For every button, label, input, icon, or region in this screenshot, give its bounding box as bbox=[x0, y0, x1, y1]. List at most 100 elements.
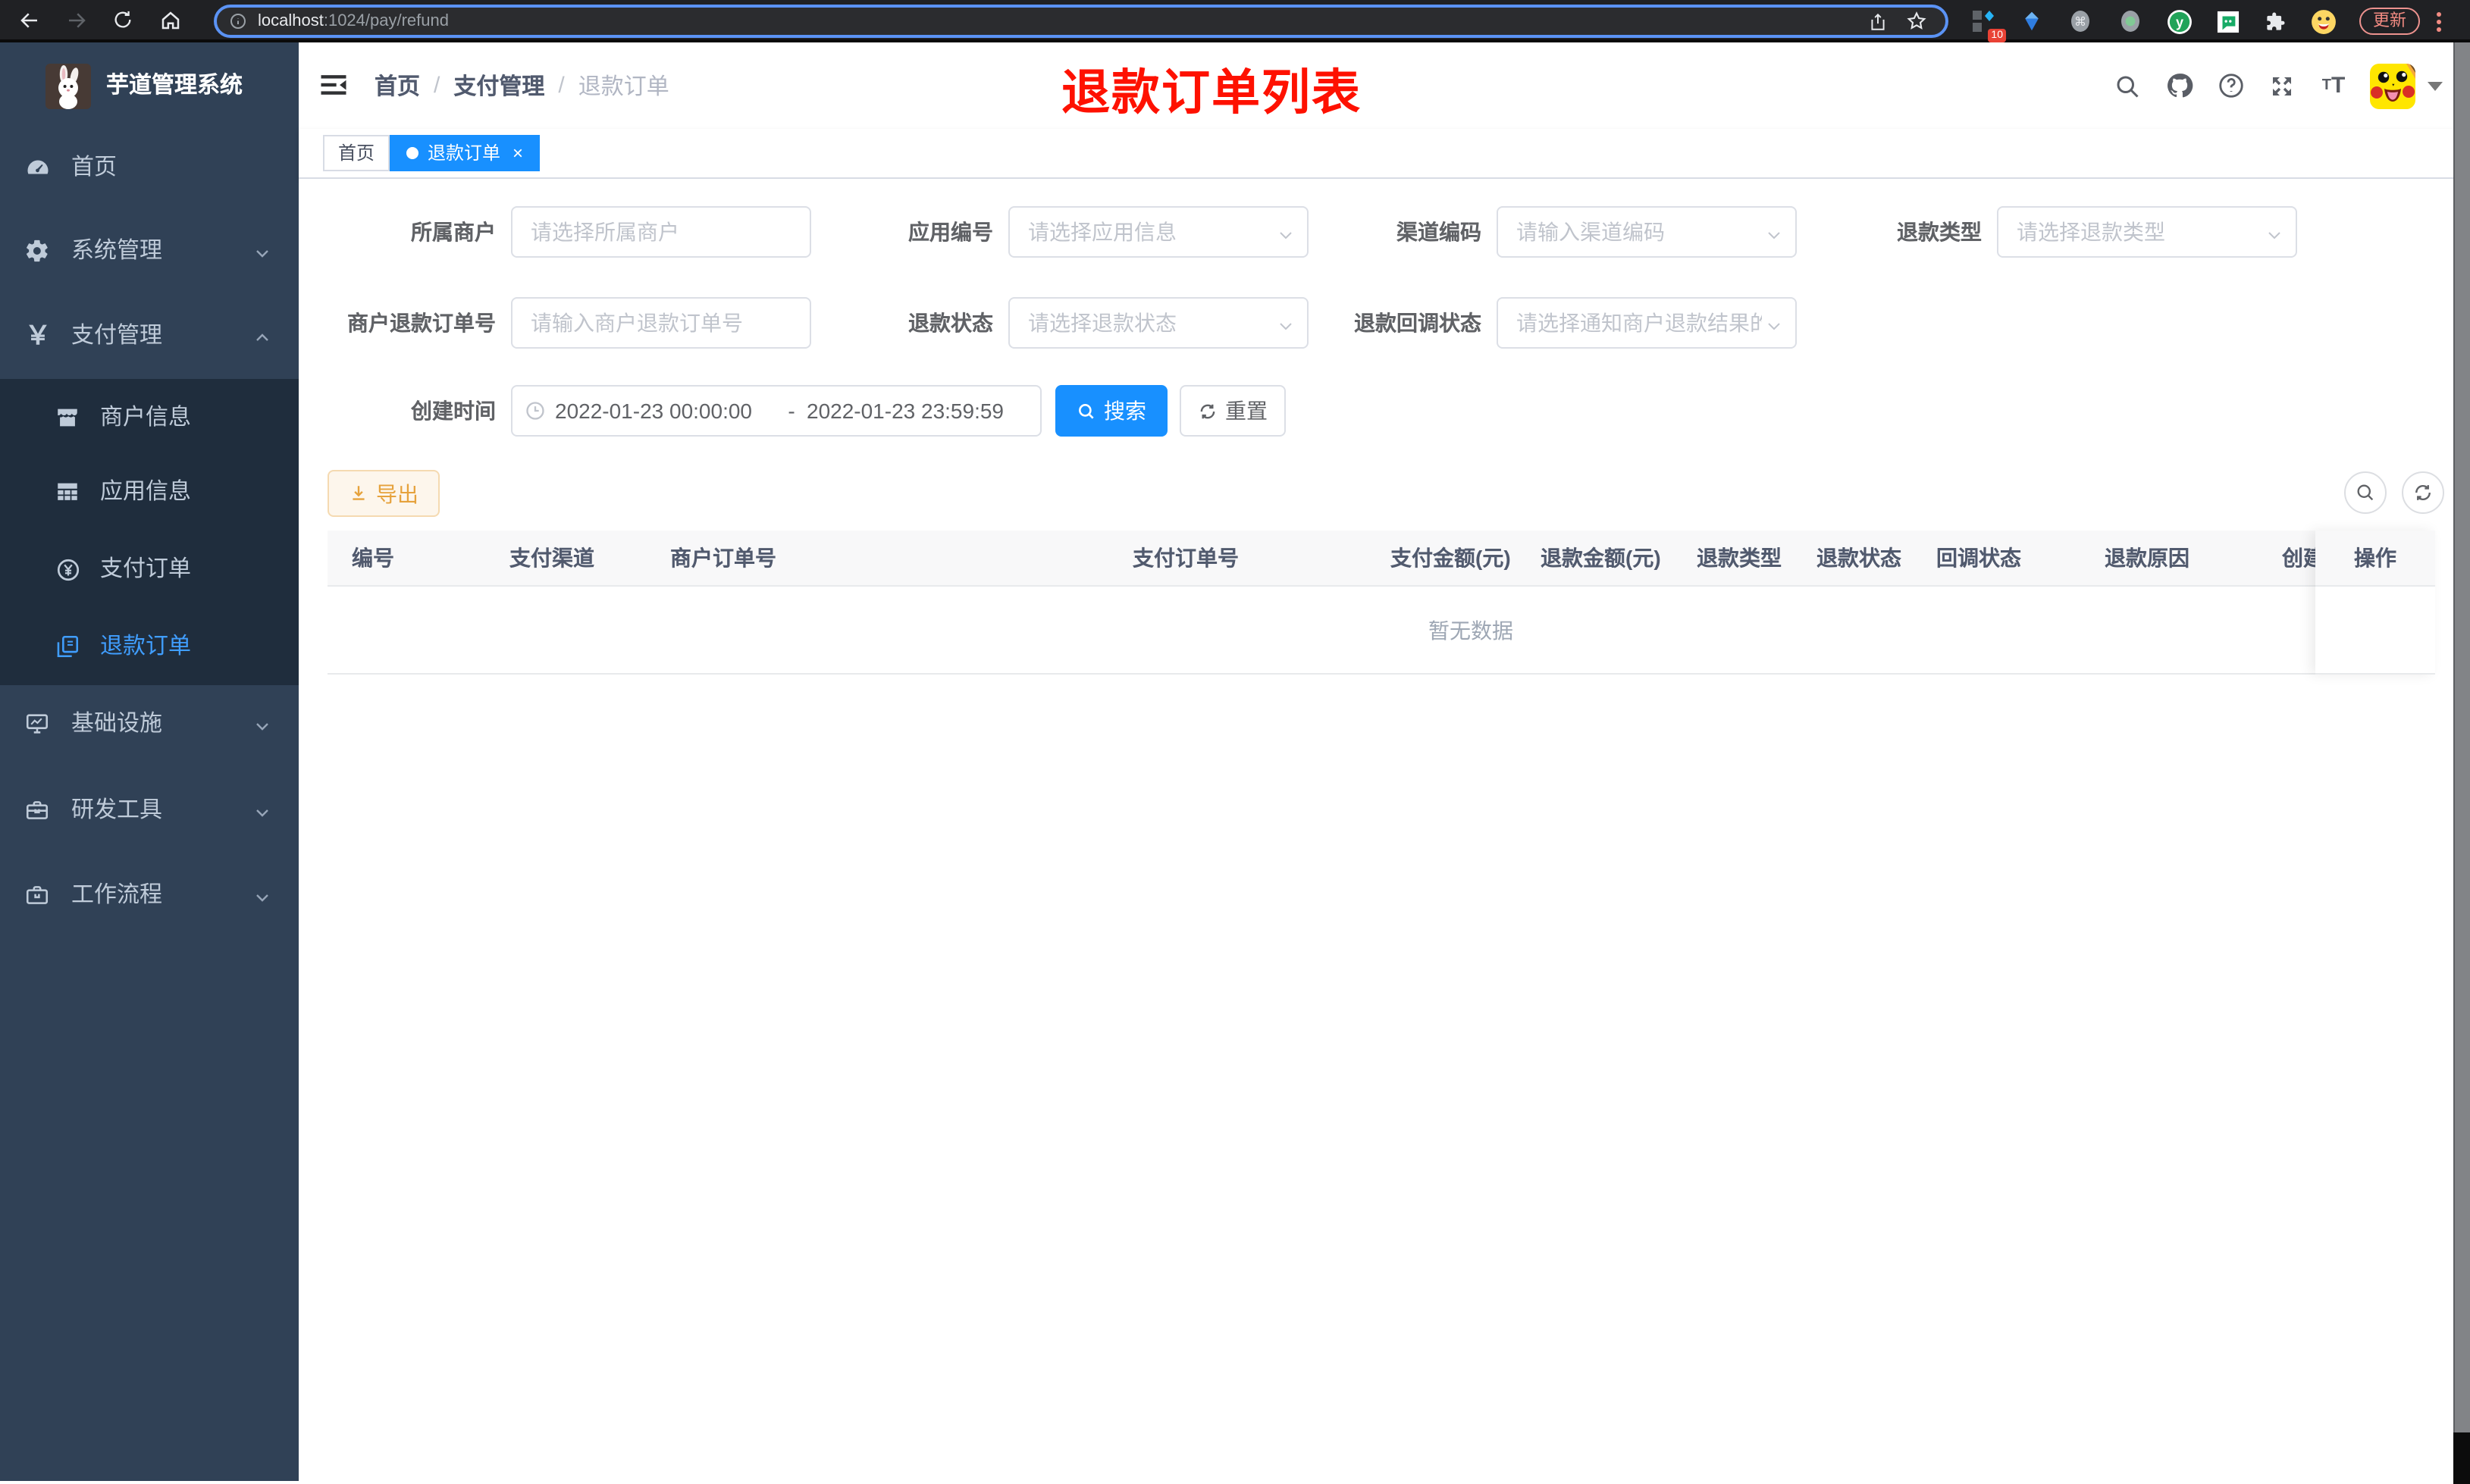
col-callback-status: 回调状态 bbox=[1936, 546, 2021, 570]
share-icon[interactable] bbox=[1860, 5, 1894, 38]
address-bar[interactable]: localhost:1024/pay/refund bbox=[214, 5, 1948, 38]
sidebar-item-workflow[interactable]: 工作流程 bbox=[0, 875, 299, 917]
empty-text: 暂无数据 bbox=[1428, 618, 1513, 643]
tags-view-bar: 首页 退款订单 × bbox=[299, 129, 2470, 179]
search-button[interactable]: 搜索 bbox=[1055, 385, 1168, 437]
breadcrumb-pay: 支付管理 bbox=[453, 74, 545, 100]
breadcrumb-home[interactable]: 首页 bbox=[375, 70, 420, 102]
svg-text:⌘: ⌘ bbox=[2074, 16, 2086, 29]
clock-icon bbox=[525, 400, 546, 421]
app-title: 芋道管理系统 bbox=[106, 73, 243, 99]
browser-window: localhost:1024/pay/refund 10 ⌘ y 更新 芋道管理… bbox=[0, 0, 2470, 1484]
user-menu[interactable] bbox=[2370, 63, 2443, 108]
active-tab-dot bbox=[406, 147, 418, 159]
filter-label-merchant: 所属商户 bbox=[411, 220, 496, 244]
reset-button[interactable]: 重置 bbox=[1180, 385, 1286, 437]
browser-update-button[interactable]: 更新 bbox=[2359, 8, 2420, 35]
sidebar-item-system[interactable]: 系统管理 bbox=[0, 230, 299, 273]
grid-icon bbox=[55, 479, 82, 506]
browser-menu-icon[interactable] bbox=[2428, 8, 2449, 35]
browser-back-icon[interactable] bbox=[12, 3, 45, 36]
channel-select[interactable] bbox=[1497, 206, 1797, 258]
col-pay-amount: 支付金额(元) bbox=[1390, 546, 1511, 570]
sidebar-item-home[interactable]: 首页 bbox=[0, 147, 299, 189]
gear-icon bbox=[24, 238, 52, 265]
merchant-select[interactable] bbox=[511, 206, 811, 258]
sidebar-item-refund-order[interactable]: 退款订单 bbox=[0, 626, 299, 668]
browser-forward-icon[interactable] bbox=[59, 3, 92, 36]
col-pay-channel: 支付渠道 bbox=[509, 546, 594, 570]
filter-label-channel: 渠道编码 bbox=[1396, 220, 1481, 244]
extension-emoji-icon[interactable] bbox=[2306, 5, 2340, 38]
chevron-down-icon bbox=[253, 715, 271, 734]
col-refund-reason: 退款原因 bbox=[2105, 546, 2189, 570]
filter-label-refund-type: 退款类型 bbox=[1897, 220, 1982, 244]
sidebar-item-pay[interactable]: ￥ 支付管理 bbox=[0, 315, 299, 358]
tab-close-icon[interactable]: × bbox=[512, 136, 523, 170]
col-refund-status: 退款状态 bbox=[1816, 546, 1901, 570]
table-header: 编号 支付渠道 商户订单号 支付订单号 支付金额(元) 退款金额(元) 退款类型… bbox=[328, 531, 2435, 587]
page-title-annotation: 退款订单列表 bbox=[1061, 65, 1362, 120]
avatar bbox=[2370, 63, 2415, 108]
refund-status-select[interactable] bbox=[1008, 297, 1309, 349]
extensions-puzzle-icon[interactable] bbox=[2258, 5, 2291, 38]
sidebar-collapse-icon[interactable] bbox=[317, 68, 350, 102]
extension-y-icon[interactable]: y bbox=[2162, 5, 2196, 38]
merchant-refund-no-input[interactable] bbox=[511, 297, 811, 349]
github-icon[interactable] bbox=[2164, 70, 2194, 101]
dashboard-icon bbox=[24, 155, 52, 182]
sidebar-item-merchant-info[interactable]: 商户信息 bbox=[0, 397, 299, 440]
export-button[interactable]: 导出 bbox=[328, 470, 440, 517]
browser-toolbar: localhost:1024/pay/refund 10 ⌘ y 更新 bbox=[0, 0, 2470, 42]
extension-gem-icon[interactable] bbox=[2015, 5, 2048, 38]
col-create-time: 创建时间 bbox=[2282, 546, 2315, 570]
extension-command-icon[interactable]: ⌘ bbox=[2064, 5, 2097, 38]
refresh-icon bbox=[2415, 484, 2431, 501]
chevron-down-icon bbox=[253, 243, 271, 261]
extension-recorder-icon[interactable] bbox=[2114, 5, 2147, 38]
refresh-table-button[interactable] bbox=[2402, 471, 2444, 514]
bookmark-star-icon[interactable] bbox=[1900, 5, 1933, 38]
toolbox-icon bbox=[24, 797, 52, 825]
sidebar-item-dev-tools[interactable]: 研发工具 bbox=[0, 790, 299, 832]
window-scrollbar[interactable] bbox=[2453, 42, 2470, 1432]
col-refund-type: 退款类型 bbox=[1697, 546, 1782, 570]
sidebar-item-app-info[interactable]: 应用信息 bbox=[0, 471, 299, 514]
toggle-search-button[interactable] bbox=[2344, 471, 2387, 514]
browser-home-icon[interactable] bbox=[153, 3, 187, 36]
help-icon[interactable] bbox=[2215, 70, 2246, 101]
tab-refund-order[interactable]: 退款订单 × bbox=[390, 135, 541, 171]
extension-tango-icon[interactable]: 10 bbox=[1967, 5, 2006, 42]
refund-type-select[interactable] bbox=[1997, 206, 2297, 258]
font-size-icon[interactable]: TT bbox=[2318, 70, 2349, 101]
page-content: 所属商户 应用编号 渠道编码 退款类型 bbox=[299, 179, 2470, 1481]
col-action: 操作 bbox=[2315, 531, 2435, 587]
sidebar-item-pay-order[interactable]: 支付订单 bbox=[0, 549, 299, 591]
chevron-down-icon bbox=[253, 887, 271, 905]
yen-circle-icon bbox=[55, 556, 82, 584]
app-select[interactable] bbox=[1008, 206, 1309, 258]
breadcrumb: 首页 / 支付管理 / 退款订单 bbox=[375, 42, 669, 129]
search-icon[interactable] bbox=[2112, 70, 2142, 101]
callback-status-select[interactable] bbox=[1497, 297, 1797, 349]
fullscreen-icon[interactable] bbox=[2267, 70, 2297, 101]
app-logo-row[interactable]: 芋道管理系统 bbox=[0, 64, 299, 109]
document-icon bbox=[55, 634, 82, 661]
breadcrumb-current: 退款订单 bbox=[578, 74, 669, 100]
sidebar-item-infra[interactable]: 基础设施 bbox=[0, 703, 299, 746]
extension-badge: 10 bbox=[1988, 29, 2006, 42]
fixed-action-column: 操作 bbox=[2315, 531, 2435, 675]
tab-home[interactable]: 首页 bbox=[323, 135, 390, 171]
refresh-icon bbox=[1200, 403, 1215, 418]
top-navbar: 首页 / 支付管理 / 退款订单 退款订单列表 T T bbox=[299, 42, 2470, 129]
search-icon bbox=[2357, 484, 2374, 501]
col-id: 编号 bbox=[352, 546, 394, 570]
sidebar: 芋道管理系统 首页 系统管理 ￥ 支付管理 商户信息 应用信息 支付订单 退款订… bbox=[0, 42, 299, 1481]
date-range-picker[interactable]: 2022-01-23 00:00:00 - 2022-01-23 23:59:5… bbox=[511, 385, 1042, 437]
briefcase-icon bbox=[24, 882, 52, 909]
browser-reload-icon[interactable] bbox=[106, 3, 139, 36]
extension-chat-icon[interactable] bbox=[2211, 5, 2244, 38]
site-info-icon[interactable] bbox=[229, 12, 247, 30]
window-corner bbox=[2453, 1432, 2470, 1484]
filter-label-create-time: 创建时间 bbox=[411, 399, 496, 423]
